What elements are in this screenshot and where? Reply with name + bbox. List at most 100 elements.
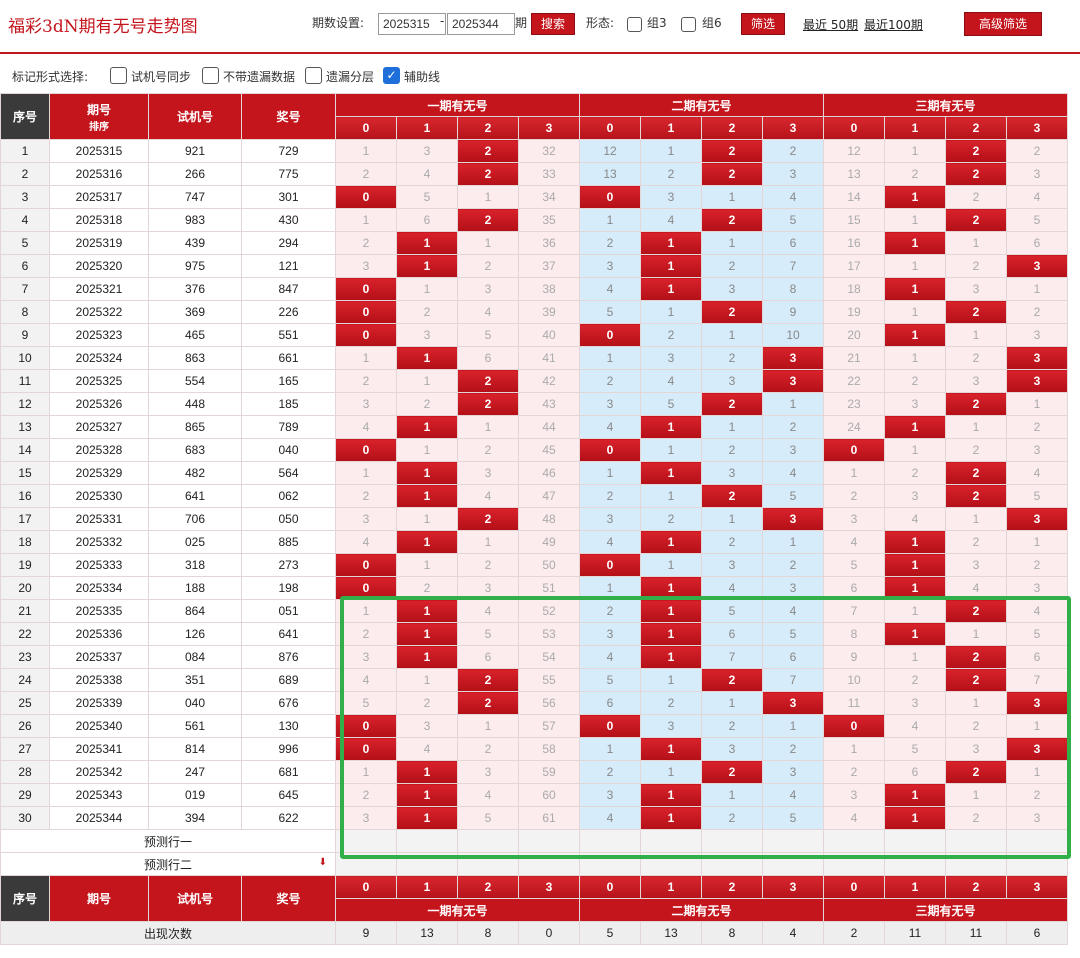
miss-cell: 3 (640, 185, 702, 209)
table-row: 19 2025333 318 273 0 1 2 50 0 1 3 2 5 1 3 2 (0, 553, 1068, 577)
hit-cell: 1 (640, 737, 702, 761)
period-from-input[interactable]: 2025315 (378, 13, 446, 35)
miss-cell: 1 (945, 231, 1007, 255)
predict-cell[interactable] (335, 829, 397, 853)
miss-cell: 14 (823, 185, 885, 209)
seq-footer: 序号 (0, 875, 50, 922)
prize-cell: 301 (241, 185, 336, 209)
predict-cell[interactable] (640, 852, 702, 876)
hit-cell: 2 (945, 162, 1007, 186)
seq-cell: 14 (0, 438, 50, 462)
hit-cell: 2 (701, 208, 763, 232)
digit-footer: 1 (884, 875, 946, 899)
miss-cell: 7 (701, 645, 763, 669)
miss-cell: 2 (640, 323, 702, 347)
miss-cell: 1 (640, 438, 702, 462)
predict-cell[interactable] (945, 829, 1007, 853)
digit-header: 3 (762, 116, 824, 140)
hit-cell: 1 (640, 461, 702, 485)
recent-50-link[interactable]: 最近 50期 (803, 16, 858, 33)
predict-cell[interactable] (823, 852, 885, 876)
predict-cell[interactable] (518, 829, 580, 853)
trial-sync-checkbox[interactable] (110, 67, 127, 84)
predict-cell[interactable] (762, 829, 824, 853)
hit-cell: 1 (884, 231, 946, 255)
miss-cell: 13 (579, 162, 641, 186)
predict-cell[interactable] (884, 852, 946, 876)
seq-cell: 1 (0, 139, 50, 163)
miss-cell: 21 (823, 346, 885, 370)
miss-cell: 55 (518, 668, 580, 692)
expand-arrow-icon[interactable]: ⬇ (319, 857, 327, 868)
miss-cell: 5 (457, 323, 519, 347)
table-row: 25 2025339 040 676 5 2 2 56 6 2 1 3 11 3 1 3 (0, 691, 1068, 715)
predict-cell[interactable] (396, 829, 458, 853)
table-row: 16 2025330 641 062 2 1 4 47 2 1 2 5 2 3 2 5 (0, 484, 1068, 508)
predict-cell[interactable] (945, 852, 1007, 876)
predict-cell[interactable] (335, 852, 397, 876)
seq-cell: 17 (0, 507, 50, 531)
group3-checkbox[interactable] (627, 17, 642, 32)
miss-cell: 4 (335, 530, 397, 554)
miss-cell: 1 (701, 507, 763, 531)
seq-cell: 25 (0, 691, 50, 715)
miss-cell: 1 (823, 737, 885, 761)
miss-cell: 2 (945, 806, 1007, 830)
guide-line-checkbox[interactable]: ✓ (383, 67, 400, 84)
predict-cell[interactable] (457, 829, 519, 853)
miss-cell: 1 (640, 760, 702, 784)
miss-cell: 23 (823, 392, 885, 416)
prize-cell: 273 (241, 553, 336, 577)
hit-cell: 0 (335, 576, 397, 600)
issue-header[interactable]: 期号 排序 (49, 93, 149, 140)
no-miss-data-checkbox[interactable] (202, 67, 219, 84)
predict-cell[interactable] (1006, 829, 1068, 853)
miss-cell: 41 (518, 346, 580, 370)
miss-cell: 1 (945, 323, 1007, 347)
predict-cell[interactable] (701, 829, 763, 853)
hit-cell: 3 (762, 507, 824, 531)
predict-cell[interactable] (579, 852, 641, 876)
miss-cell: 2 (762, 415, 824, 439)
predict-cell[interactable] (1006, 852, 1068, 876)
sort-toggle[interactable]: 排序 (51, 118, 148, 133)
predict-row-label: 预测行二 ⬇ (0, 852, 336, 876)
miss-cell: 5 (701, 599, 763, 623)
recent-100-link[interactable]: 最近100期 (864, 16, 923, 33)
hit-cell: 0 (335, 323, 397, 347)
miss-cell: 4 (579, 806, 641, 830)
miss-cell: 2 (1006, 415, 1068, 439)
miss-cell: 4 (457, 599, 519, 623)
miss-cell: 13 (823, 162, 885, 186)
miss-cell: 2 (1006, 300, 1068, 324)
hit-cell: 2 (945, 392, 1007, 416)
hit-cell: 2 (701, 484, 763, 508)
predict-cell[interactable] (640, 829, 702, 853)
digit-header: 0 (335, 116, 397, 140)
issue-cell: 2025333 (49, 553, 149, 577)
advanced-filter-button[interactable]: 高级筛选 (964, 12, 1042, 36)
period-to-input[interactable]: 2025344 (447, 13, 515, 35)
predict-row-label: 预测行一 (0, 829, 336, 853)
predict-cell[interactable] (579, 829, 641, 853)
predict-cell[interactable] (396, 852, 458, 876)
search-button[interactable]: 搜索 (531, 13, 575, 35)
trial-cell: 706 (148, 507, 242, 531)
predict-cell[interactable] (518, 852, 580, 876)
group6-checkbox[interactable] (681, 17, 696, 32)
predict-cell[interactable] (823, 829, 885, 853)
miss-cell: 3 (640, 714, 702, 738)
filter-button[interactable]: 筛选 (741, 13, 785, 35)
hit-cell: 2 (945, 645, 1007, 669)
hit-cell: 3 (1006, 346, 1068, 370)
predict-cell[interactable] (457, 852, 519, 876)
predict-cell[interactable] (762, 852, 824, 876)
hit-cell: 0 (335, 553, 397, 577)
miss-cell: 37 (518, 254, 580, 278)
prize-footer: 奖号 (241, 875, 336, 922)
miss-layer-checkbox[interactable] (305, 67, 322, 84)
predict-cell[interactable] (884, 829, 946, 853)
issue-cell: 2025339 (49, 691, 149, 715)
predict-cell[interactable] (701, 852, 763, 876)
hit-cell: 1 (396, 783, 458, 807)
